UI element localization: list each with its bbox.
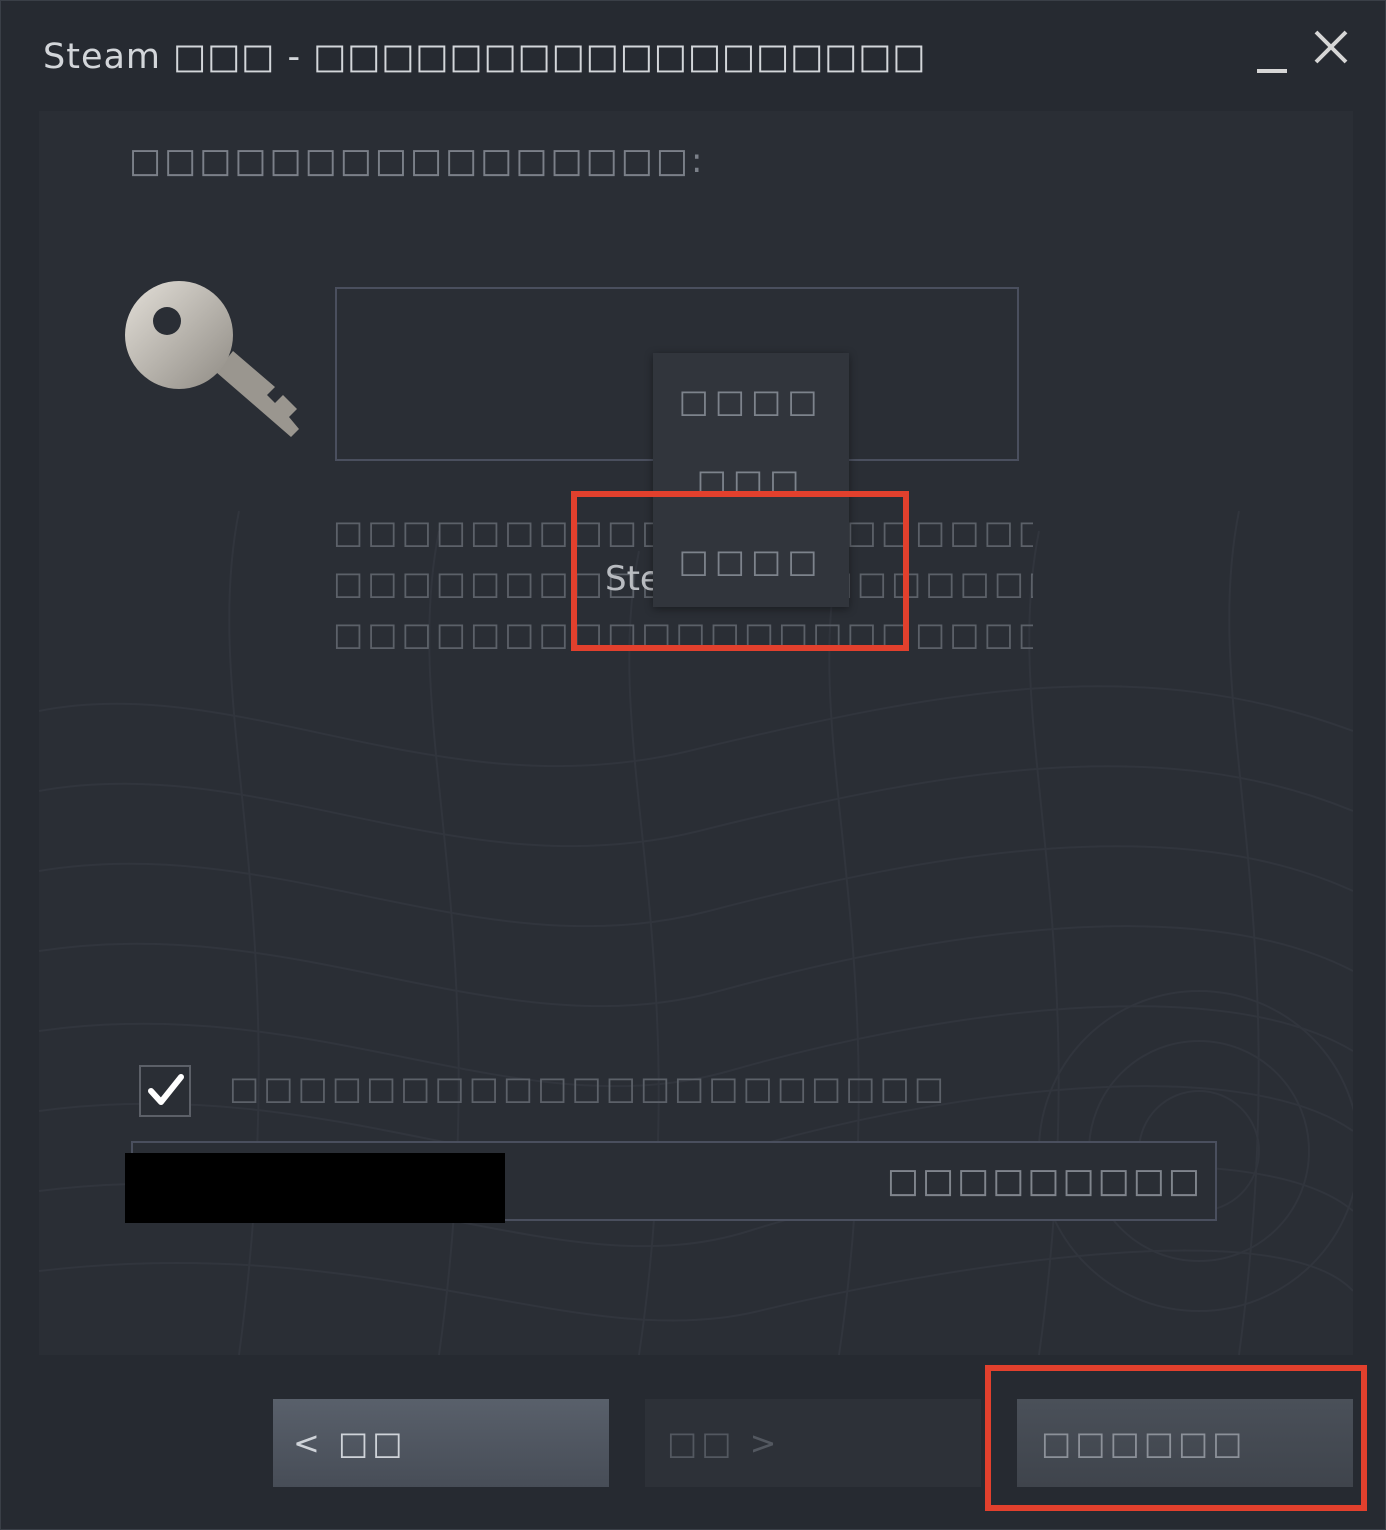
key-icon bbox=[125, 281, 299, 437]
minimize-button[interactable] bbox=[1255, 29, 1291, 79]
redaction-block bbox=[125, 1153, 505, 1223]
checkmark-icon bbox=[148, 1074, 184, 1105]
close-button[interactable] bbox=[1313, 29, 1353, 73]
context-menu-item-1[interactable]: □□□□ bbox=[653, 371, 849, 431]
window-title: Steam □□□ - □□□□□□□□□□□□□□□□□□ bbox=[43, 37, 927, 77]
minimize-icon bbox=[1257, 69, 1287, 73]
close-icon bbox=[1314, 30, 1348, 64]
instruction-text: □□□□□□□□□□□□□□□□: bbox=[129, 141, 706, 181]
checkbox-label: □□□□□□□□□□□□□□□□□□□□□ bbox=[229, 1069, 948, 1107]
title-bar[interactable]: Steam □□□ - □□□□□□□□□□□□□□□□□□ bbox=[1, 1, 1385, 111]
next-button[interactable]: □□ > bbox=[645, 1399, 981, 1487]
help-text-line: □□□□□□□□□□□□□□□□□□□□□□□□□□□ bbox=[333, 615, 1033, 653]
context-menu: □□□□ □□□ □□□□ bbox=[653, 353, 849, 607]
cancel-button[interactable]: □□□□□□ bbox=[1017, 1399, 1353, 1487]
remember-checkbox[interactable] bbox=[139, 1065, 191, 1117]
progress-text: □□□□□□□□□ bbox=[886, 1161, 1203, 1201]
context-menu-item-2[interactable]: □□□ bbox=[653, 451, 849, 511]
back-button[interactable]: < □□ bbox=[273, 1399, 609, 1487]
activation-dialog: Steam □□□ - □□□□□□□□□□□□□□□□□□ □□□□□□□□□… bbox=[0, 0, 1386, 1530]
help-text-fragment: Ste bbox=[605, 559, 653, 599]
context-menu-item-paste[interactable]: □□□□ bbox=[653, 531, 849, 591]
